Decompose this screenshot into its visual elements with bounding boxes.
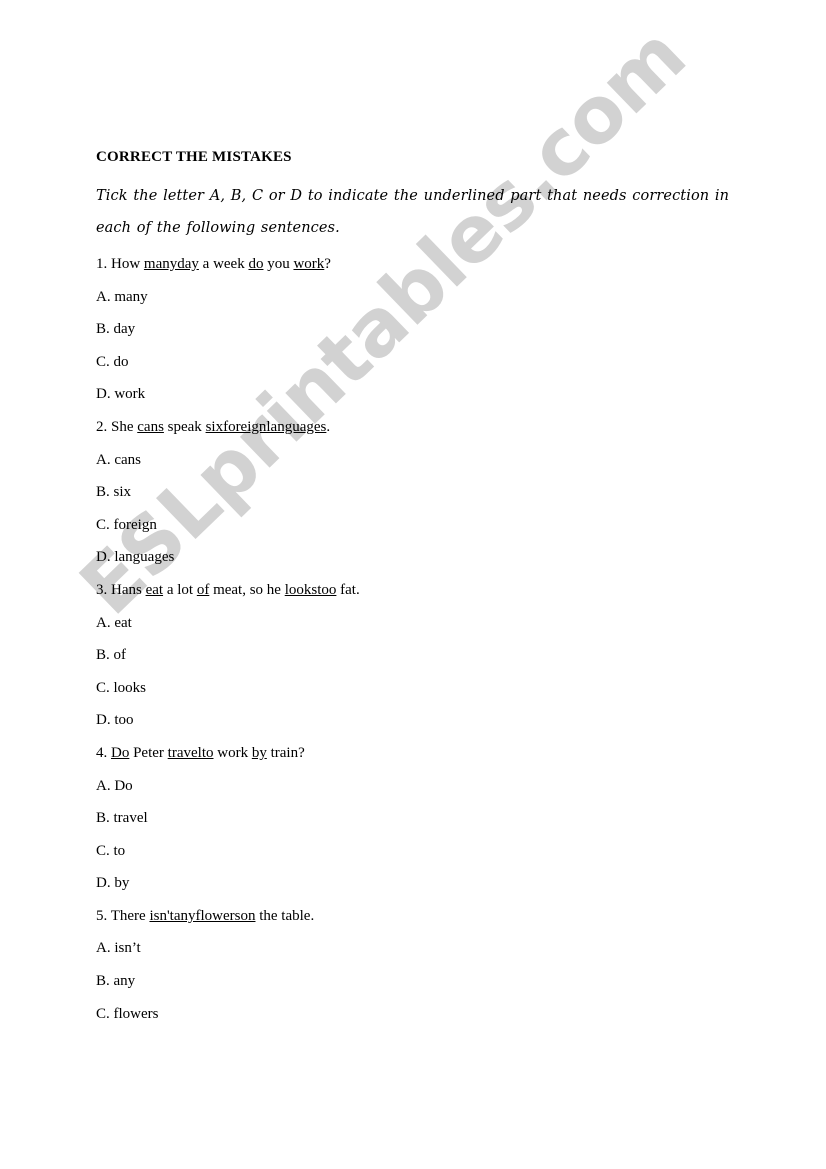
question-block: 4. Do Peter travelto work by train? A. Do…	[96, 737, 742, 900]
answer-option[interactable]: C. do	[96, 346, 742, 379]
prompt-segment: 2. She	[96, 418, 138, 435]
answer-option[interactable]: B. of	[96, 639, 742, 672]
answer-option[interactable]: D. languages	[96, 541, 742, 574]
answer-option[interactable]: B. six	[96, 476, 742, 509]
question-block: 3. Hans eat a lot of meat, so he looksto…	[96, 574, 742, 737]
question-list: 1. How manyday a week do you work? A. man…	[96, 248, 742, 1030]
prompt-segment: fat.	[336, 581, 360, 598]
question-block: 1. How manyday a week do you work? A. man…	[96, 248, 742, 411]
prompt-segment: 3. Hans	[96, 581, 146, 598]
prompt-segment: 4.	[96, 744, 111, 761]
question-prompt: 1. How manyday a week do you work?	[96, 248, 742, 281]
underlined-segment: isn'tanyflowerson	[149, 907, 256, 924]
answer-option[interactable]: A. cans	[96, 444, 742, 477]
underlined-segment: sixforeignlanguages	[205, 418, 327, 435]
answer-option[interactable]: C. foreign	[96, 509, 742, 542]
worksheet-content: CORRECT THE MISTAKES Tick the letter A, …	[96, 146, 742, 1030]
question-block: 2. She cans speak sixforeignlanguages. A.…	[96, 411, 742, 574]
prompt-segment: work	[213, 744, 252, 761]
question-prompt: 3. Hans eat a lot of meat, so he looksto…	[96, 574, 742, 607]
page-title: CORRECT THE MISTAKES	[96, 149, 292, 165]
underlined-segment: lookstoo	[284, 581, 337, 598]
underlined-segment: cans	[137, 418, 164, 435]
prompt-segment: a lot	[163, 581, 197, 598]
underlined-segment: manyday	[143, 256, 199, 272]
prompt-segment: meat, so he	[209, 581, 285, 598]
prompt-segment: 5. There	[96, 907, 150, 924]
prompt-segment: 1. How	[96, 256, 144, 272]
prompt-segment: speak	[163, 418, 206, 435]
prompt-segment: Peter	[129, 744, 168, 761]
question-prompt: 5. There isn'tanyflowerson the table.	[96, 900, 742, 933]
prompt-segment: a week	[198, 256, 249, 272]
underlined-segment: work	[293, 256, 325, 272]
answer-option[interactable]: D. work	[96, 378, 742, 411]
answer-option[interactable]: D. too	[96, 704, 742, 737]
question-prompt: 4. Do Peter travelto work by train?	[96, 737, 742, 770]
underlined-segment: Do	[111, 744, 130, 761]
worksheet-page: CORRECT THE MISTAKES Tick the letter A, …	[0, 0, 826, 1169]
instructions-text: Tick the letter A, B, C or D to indicate…	[96, 188, 730, 236]
answer-option[interactable]: A. eat	[96, 607, 742, 640]
prompt-segment: ?	[324, 256, 331, 272]
underlined-segment: travelto	[167, 744, 214, 761]
underlined-segment: of	[196, 581, 210, 598]
answer-option[interactable]: B. travel	[96, 802, 742, 835]
underlined-segment: do	[248, 256, 264, 272]
underlined-segment: eat	[145, 581, 164, 598]
answer-option[interactable]: C. looks	[96, 672, 742, 705]
answer-option[interactable]: A. isn’t	[96, 932, 742, 965]
answer-option[interactable]: A. Do	[96, 770, 742, 803]
prompt-segment: .	[326, 418, 331, 435]
prompt-segment: train?	[266, 744, 305, 761]
underlined-segment: by	[251, 744, 267, 761]
question-block: 5. There isn'tanyflowerson the table. A. …	[96, 900, 742, 1030]
answer-option[interactable]: C. flowers	[96, 998, 742, 1031]
question-prompt: 2. She cans speak sixforeignlanguages.	[96, 411, 742, 444]
answer-option[interactable]: B. any	[96, 965, 742, 998]
prompt-segment: the table.	[255, 907, 315, 924]
answer-option[interactable]: A. many	[96, 281, 742, 314]
prompt-segment: you	[263, 256, 294, 272]
answer-option[interactable]: D. by	[96, 867, 742, 900]
answer-option[interactable]: C. to	[96, 835, 742, 868]
answer-option[interactable]: B. day	[96, 313, 742, 346]
